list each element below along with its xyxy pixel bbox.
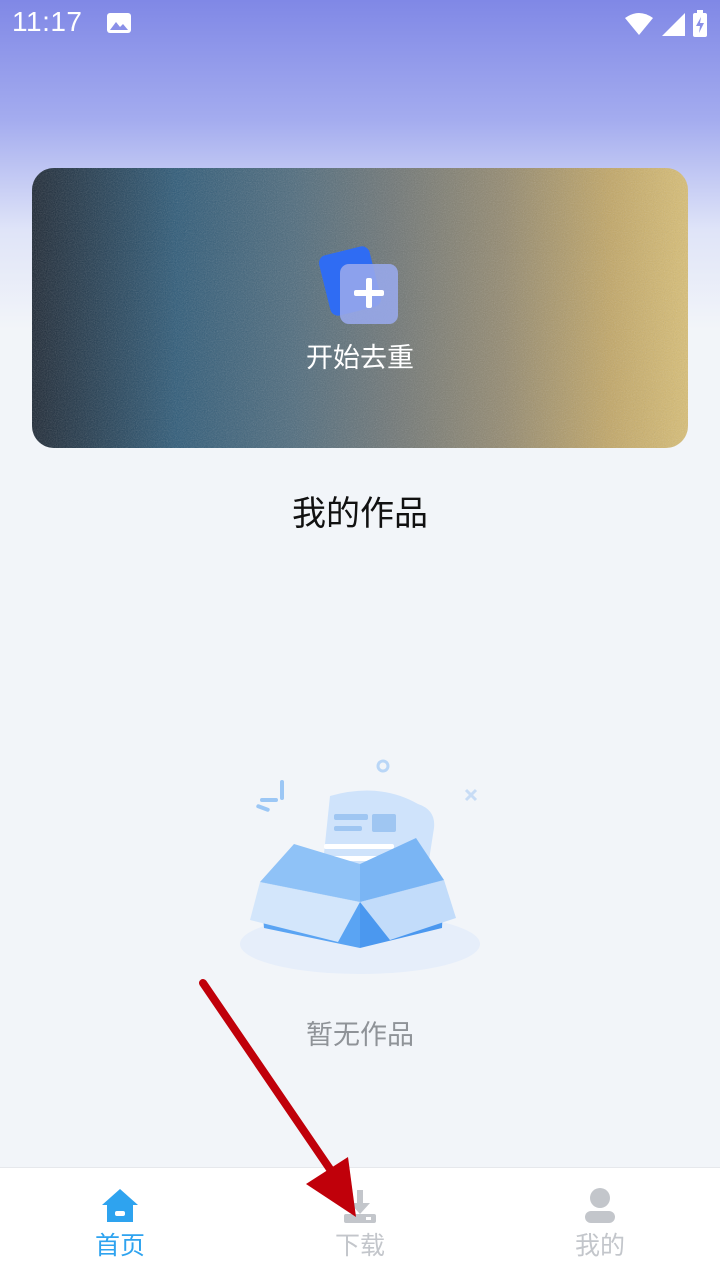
gallery-icon bbox=[107, 13, 131, 33]
my-works-title: 我的作品 bbox=[292, 494, 428, 534]
bottom-tab-bar: 首页 下载 我的 bbox=[0, 1167, 720, 1280]
empty-box-illustration bbox=[240, 759, 480, 974]
add-document-icon[interactable] bbox=[318, 244, 402, 328]
tab-download-label: 下载 bbox=[334, 1231, 385, 1260]
status-time: 11:17 bbox=[12, 6, 83, 37]
tab-mine[interactable]: 我的 bbox=[530, 1168, 670, 1280]
wifi-icon bbox=[625, 13, 653, 35]
signal-icon bbox=[662, 13, 685, 36]
home-icon bbox=[102, 1189, 138, 1222]
user-icon bbox=[585, 1188, 615, 1223]
tab-home[interactable]: 首页 bbox=[50, 1168, 190, 1280]
download-icon bbox=[344, 1190, 376, 1223]
start-dedup-label[interactable]: 开始去重 bbox=[210, 336, 510, 375]
empty-state-text: 暂无作品 bbox=[306, 1020, 414, 1051]
tab-mine-label: 我的 bbox=[574, 1231, 625, 1260]
tab-home-label: 首页 bbox=[94, 1231, 145, 1260]
status-bar: 11:17 bbox=[0, 0, 720, 48]
tab-download[interactable]: 下载 bbox=[290, 1168, 430, 1280]
battery-charging-icon bbox=[693, 10, 707, 37]
